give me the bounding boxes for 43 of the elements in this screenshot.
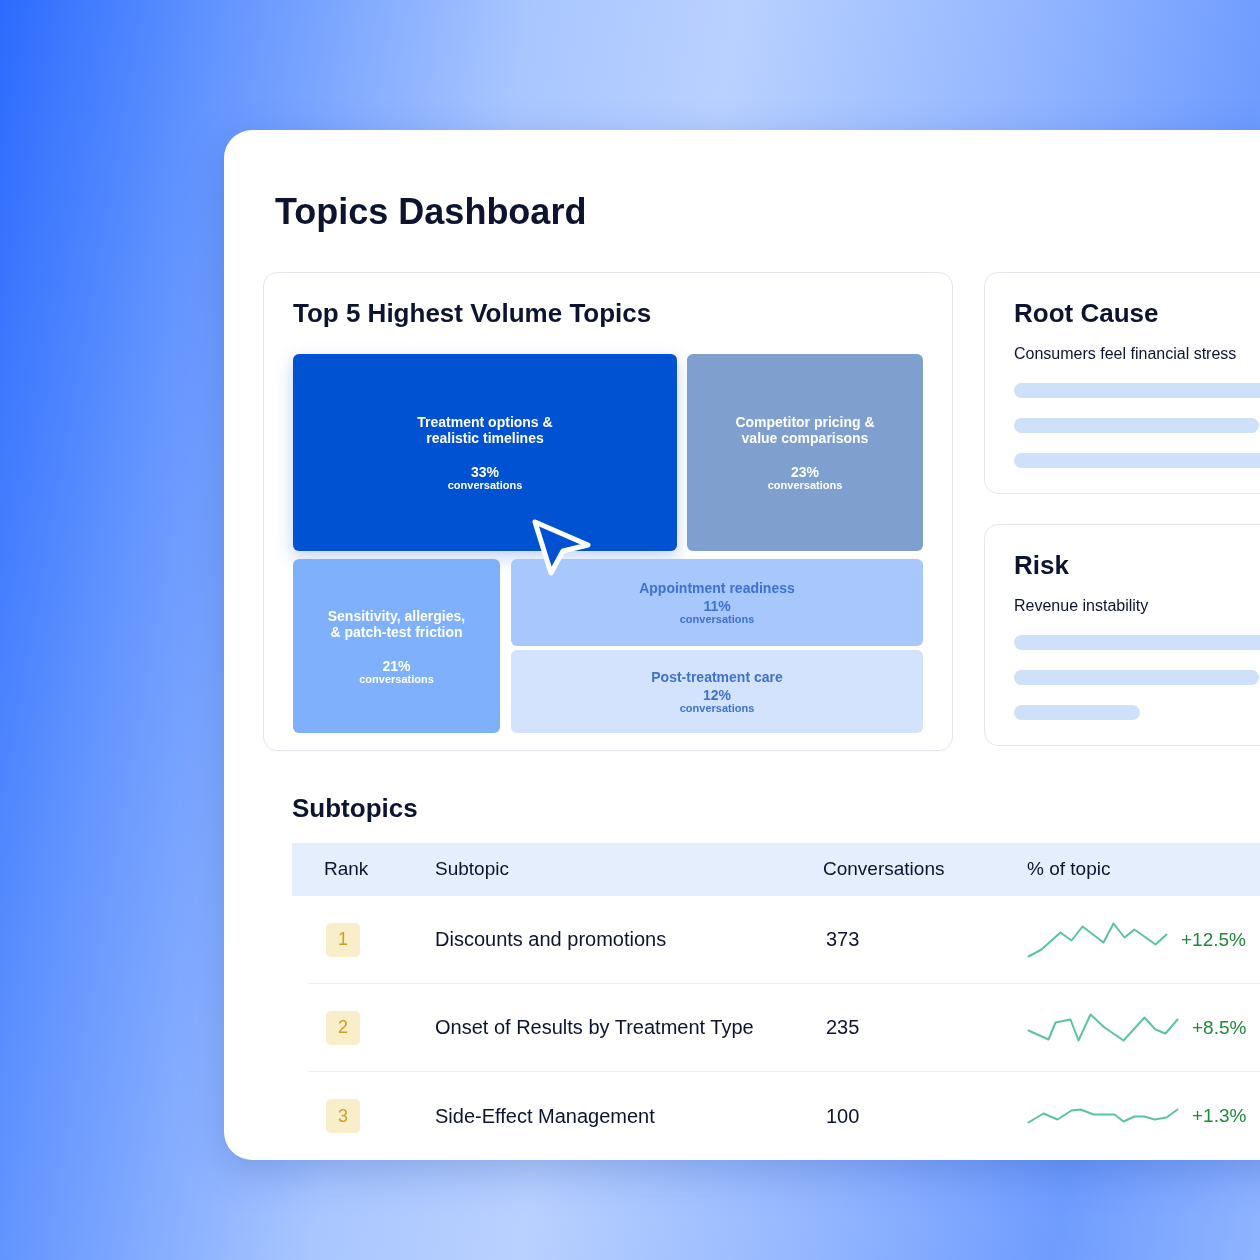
topic-percentage: 33%	[471, 464, 499, 480]
card-title: Risk	[1014, 549, 1069, 581]
topic-label: Treatment options & realistic timelines	[416, 414, 554, 446]
topic-percentage: 11%	[703, 598, 731, 614]
treemap-tile[interactable]: Treatment options & realistic timelines 33% conversations	[293, 354, 677, 551]
card-summary: Consumers feel financial stress	[1014, 344, 1237, 364]
column-header: Rank	[324, 858, 369, 879]
subtopic-name: Discounts and promotions	[435, 928, 667, 950]
topic-label: Post-treatment care	[651, 669, 783, 685]
trend-percentage: +8.5%	[1192, 1015, 1247, 1040]
treemap-tile[interactable]: Appointment readiness 11% conversations	[511, 559, 923, 646]
column-header: % of topic	[1027, 858, 1111, 879]
subtopic-name: Onset of Results by Treatment Type	[435, 1016, 754, 1038]
conversation-count: 100	[826, 1104, 860, 1127]
conversation-count: 373	[826, 928, 860, 950]
topic-unit-label: conversations	[767, 479, 843, 491]
topic-unit-label: conversations	[679, 613, 755, 625]
section-title: Subtopics	[292, 792, 418, 824]
treemap-tile[interactable]: Post-treatment care 12% conversations	[511, 650, 923, 733]
trend-percentage: +12.5%	[1181, 927, 1246, 952]
topic-unit-label: conversations	[359, 672, 434, 685]
subtopic-name: Side-Effect Management	[435, 1104, 655, 1127]
topic-label: Competitor pricing & value comparisons	[734, 414, 876, 446]
topic-percentage: 12%	[703, 687, 731, 703]
card-title: Root Cause	[1014, 297, 1159, 329]
topic-unit-label: conversations	[679, 702, 755, 714]
topic-label: Appointment readiness	[639, 580, 795, 596]
rank-badge: 1	[326, 922, 360, 957]
column-header: Subtopic	[435, 858, 509, 879]
topic-percentage: 23%	[791, 464, 819, 480]
conversation-count: 235	[826, 1016, 860, 1038]
topic-label: Sensitivity, allergies, & patch-test friction	[326, 607, 467, 640]
trend-percentage: +1.3%	[1192, 1104, 1247, 1128]
rank-badge: 2	[326, 1010, 360, 1045]
treemap-tile[interactable]: Sensitivity, allergies, & patch-test friction 21% conversations	[293, 559, 500, 733]
page-title: Topics Dashboard	[275, 192, 587, 232]
topic-unit-label: conversations	[447, 479, 523, 491]
panel-title: Top 5 Highest Volume Topics	[293, 297, 652, 329]
rank-badge: 3	[326, 1099, 360, 1133]
column-header: Conversations	[823, 858, 945, 879]
topic-percentage: 21%	[382, 657, 411, 674]
treemap-tile[interactable]: Competitor pricing & value comparisons 23% conversations	[687, 354, 923, 551]
card-summary: Revenue instability	[1014, 596, 1149, 616]
